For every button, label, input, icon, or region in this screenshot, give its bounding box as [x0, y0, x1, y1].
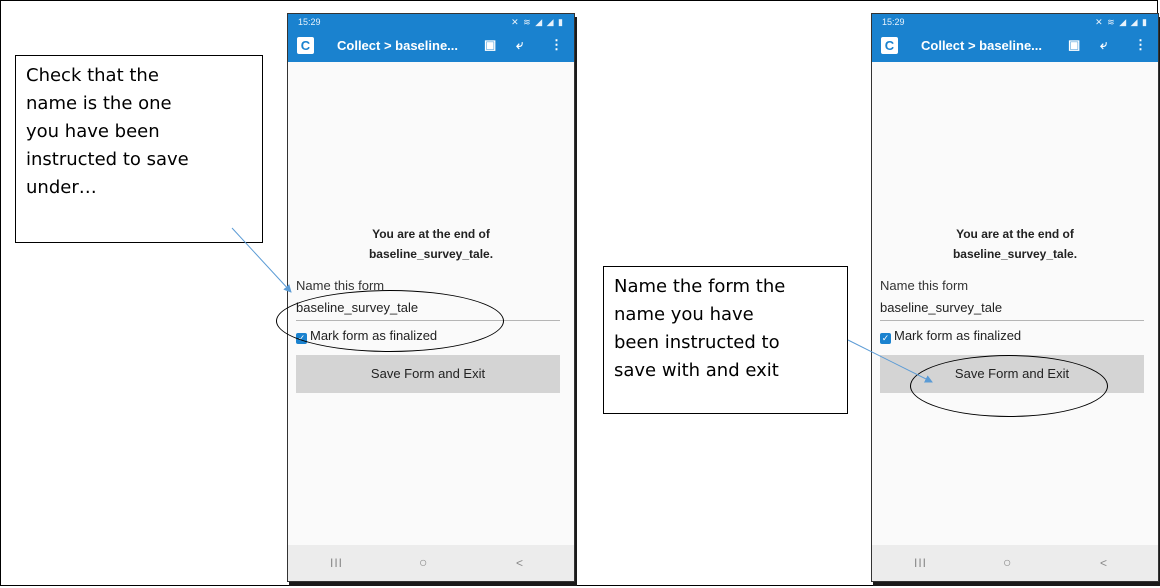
arrow-right [847, 339, 933, 383]
annotation-arrows [231, 227, 933, 383]
arrow-left [231, 227, 292, 293]
